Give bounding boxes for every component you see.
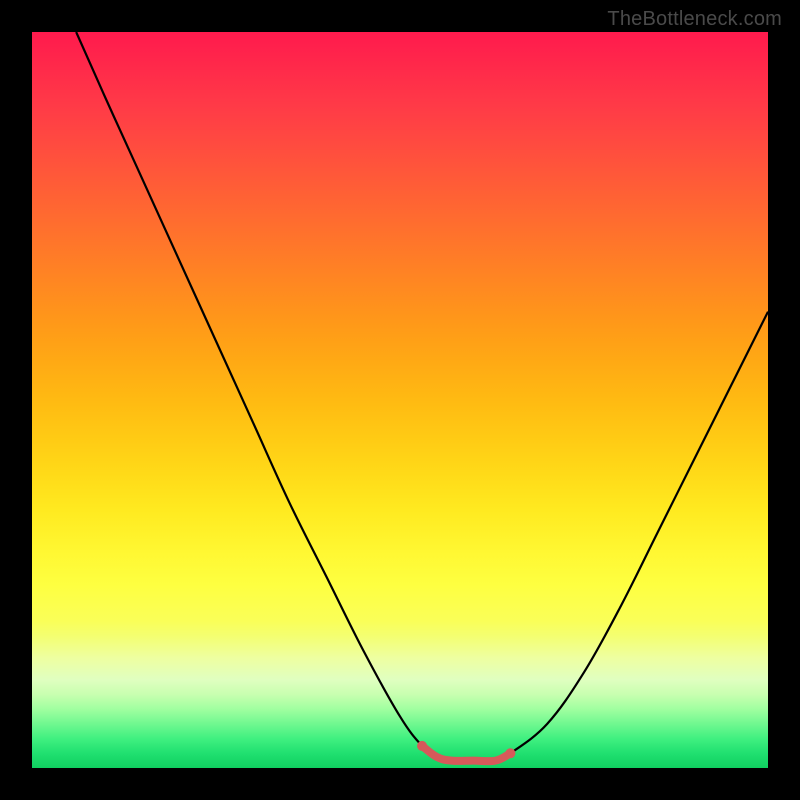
valley-start-dot: [417, 741, 427, 751]
curve-group: [76, 32, 768, 761]
valley-highlight-path: [422, 746, 510, 761]
valley-end-dot: [505, 748, 515, 758]
bottleneck-curve-path: [76, 32, 768, 761]
watermark-text: TheBottleneck.com: [607, 8, 782, 31]
plot-area: [32, 32, 768, 768]
chart-frame: TheBottleneck.com: [0, 0, 800, 800]
curve-svg: [32, 32, 768, 768]
